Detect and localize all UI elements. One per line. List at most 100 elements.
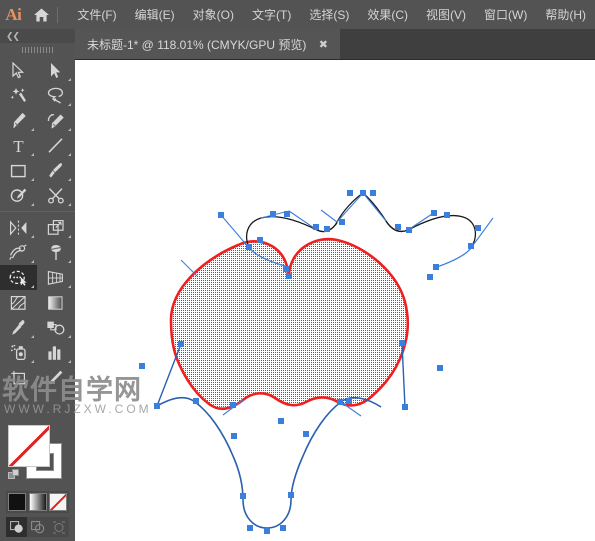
tool-grid: T [0, 58, 75, 390]
menu-help[interactable]: 帮助(H) [536, 4, 595, 26]
close-icon[interactable]: ✖ [312, 29, 334, 60]
grip-dots-icon [22, 47, 53, 53]
tool-group-divider [0, 211, 75, 212]
draw-behind-mode[interactable] [27, 517, 48, 537]
heart-highlight-fill [169, 237, 410, 411]
none-slash-icon [9, 426, 49, 466]
document-tab[interactable]: 未标题-1* @ 118.01% (CMYK/GPU 预览) ✖ [75, 29, 340, 60]
canvas-area[interactable] [75, 60, 595, 541]
slice-tool[interactable] [37, 365, 74, 390]
menu-object[interactable]: 对象(O) [184, 4, 243, 26]
tool-row [0, 340, 75, 365]
scale-shear-tool[interactable] [37, 215, 74, 240]
tool-flyout-indicator-icon [68, 78, 71, 81]
tool-flyout-indicator-icon [31, 260, 34, 263]
crown-underside-right [436, 247, 472, 268]
curvature-tool[interactable] [37, 108, 74, 133]
draw-mode-row [6, 517, 69, 537]
menu-file[interactable]: 文件(F) [68, 4, 125, 26]
crown-path [246, 192, 477, 250]
menu-window[interactable]: 窗口(W) [475, 4, 536, 26]
document-tab-title: 未标题-1* @ 118.01% (CMYK/GPU 预览) [87, 38, 307, 52]
menu-bar: Ai 文件(F) 编辑(E) 对象(O) 文字(T) 选择(S) 效果(C) 视… [0, 0, 595, 29]
menu-divider [57, 6, 59, 23]
draw-inside-mode[interactable] [48, 517, 69, 537]
tool-flyout-indicator-icon [68, 360, 71, 363]
tool-flyout-indicator-icon [68, 203, 71, 206]
perspective-grid-tool[interactable] [37, 265, 74, 290]
artwork-svg [139, 190, 494, 534]
tool-flyout-indicator-icon [68, 178, 71, 181]
tool-row [0, 83, 75, 108]
column-graph-tool[interactable] [37, 340, 74, 365]
line-segment-tool[interactable] [37, 133, 74, 158]
tool-flyout-indicator-icon [31, 360, 34, 363]
shaper-pencil-tool[interactable] [0, 183, 37, 208]
mesh-tool[interactable] [0, 290, 37, 315]
tool-flyout-indicator-icon [31, 335, 34, 338]
tool-flyout-indicator-icon [68, 335, 71, 338]
default-fill-stroke-icon[interactable] [8, 469, 20, 480]
tool-flyout-indicator-icon [31, 203, 34, 206]
chevron-double-left-icon: ❮❮ [6, 30, 20, 41]
color-mode-none[interactable] [49, 493, 67, 511]
tool-flyout-indicator-icon [31, 128, 34, 131]
rectangle-tool[interactable] [0, 158, 37, 183]
tool-flyout-indicator-icon [68, 235, 71, 238]
tool-flyout-indicator-icon [68, 128, 71, 131]
type-tool[interactable]: T [0, 133, 37, 158]
tool-row [0, 290, 75, 315]
tool-row [0, 315, 75, 340]
magic-wand-tool[interactable] [0, 83, 37, 108]
menu-effect[interactable]: 效果(C) [358, 4, 417, 26]
reflect-rotate-tool[interactable] [0, 215, 37, 240]
tool-flyout-indicator-icon [68, 153, 71, 156]
tool-row: T [0, 133, 75, 158]
shape-builder-tool[interactable] [0, 265, 37, 290]
app-logo-icon: Ai [5, 4, 22, 24]
tool-flyout-indicator-icon [68, 385, 71, 388]
fill-stroke-controls [0, 419, 75, 481]
spike-left [156, 343, 182, 407]
direct-selection-tool[interactable] [37, 58, 74, 83]
menu-view[interactable]: 视图(V) [417, 4, 475, 26]
menu-type[interactable]: 文字(T) [243, 4, 300, 26]
color-mode-row [6, 491, 69, 513]
blend-tool[interactable] [37, 315, 74, 340]
selection-tool[interactable] [0, 58, 37, 83]
pen-tool[interactable] [0, 108, 37, 133]
tool-row [0, 183, 75, 208]
tool-row [0, 365, 75, 390]
tool-row [0, 108, 75, 133]
none-slash-icon [50, 494, 66, 510]
fill-swatch[interactable] [8, 425, 50, 467]
menu-edit[interactable]: 编辑(E) [126, 4, 184, 26]
color-mode-gradient[interactable] [28, 493, 47, 511]
paintbrush-tool[interactable] [37, 158, 74, 183]
scissors-tool[interactable] [37, 183, 74, 208]
home-icon[interactable] [27, 0, 56, 29]
menu-select[interactable]: 选择(S) [300, 4, 358, 26]
width-warp-tool[interactable] [0, 240, 37, 265]
free-transform-tool[interactable] [37, 240, 74, 265]
tool-row [0, 58, 75, 83]
panel-collapse-button[interactable]: ❮❮ [0, 29, 75, 43]
artboard-tool[interactable] [0, 365, 37, 390]
document-tab-bar: 未标题-1* @ 118.01% (CMYK/GPU 预览) ✖ [75, 29, 595, 60]
tool-row [0, 158, 75, 183]
menu-item-list: 文件(F) 编辑(E) 对象(O) 文字(T) 选择(S) 效果(C) 视图(V… [68, 4, 595, 26]
tool-row [0, 265, 75, 290]
tools-panel: ❮❮ T [0, 29, 75, 541]
tool-flyout-indicator-icon [31, 235, 34, 238]
body-lower-path [156, 396, 382, 529]
gradient-tool[interactable] [37, 290, 74, 315]
eyedropper-tool[interactable] [0, 315, 37, 340]
symbol-sprayer-tool[interactable] [0, 340, 37, 365]
panel-drag-grip[interactable] [0, 44, 75, 56]
illustrator-window: Ai 文件(F) 编辑(E) 对象(O) 文字(T) 选择(S) 效果(C) 视… [0, 0, 595, 541]
tool-row [0, 215, 75, 240]
draw-normal-mode[interactable] [6, 517, 27, 537]
color-mode-black[interactable] [8, 493, 26, 511]
lasso-tool[interactable] [37, 83, 74, 108]
tool-flyout-indicator-icon [31, 285, 34, 288]
